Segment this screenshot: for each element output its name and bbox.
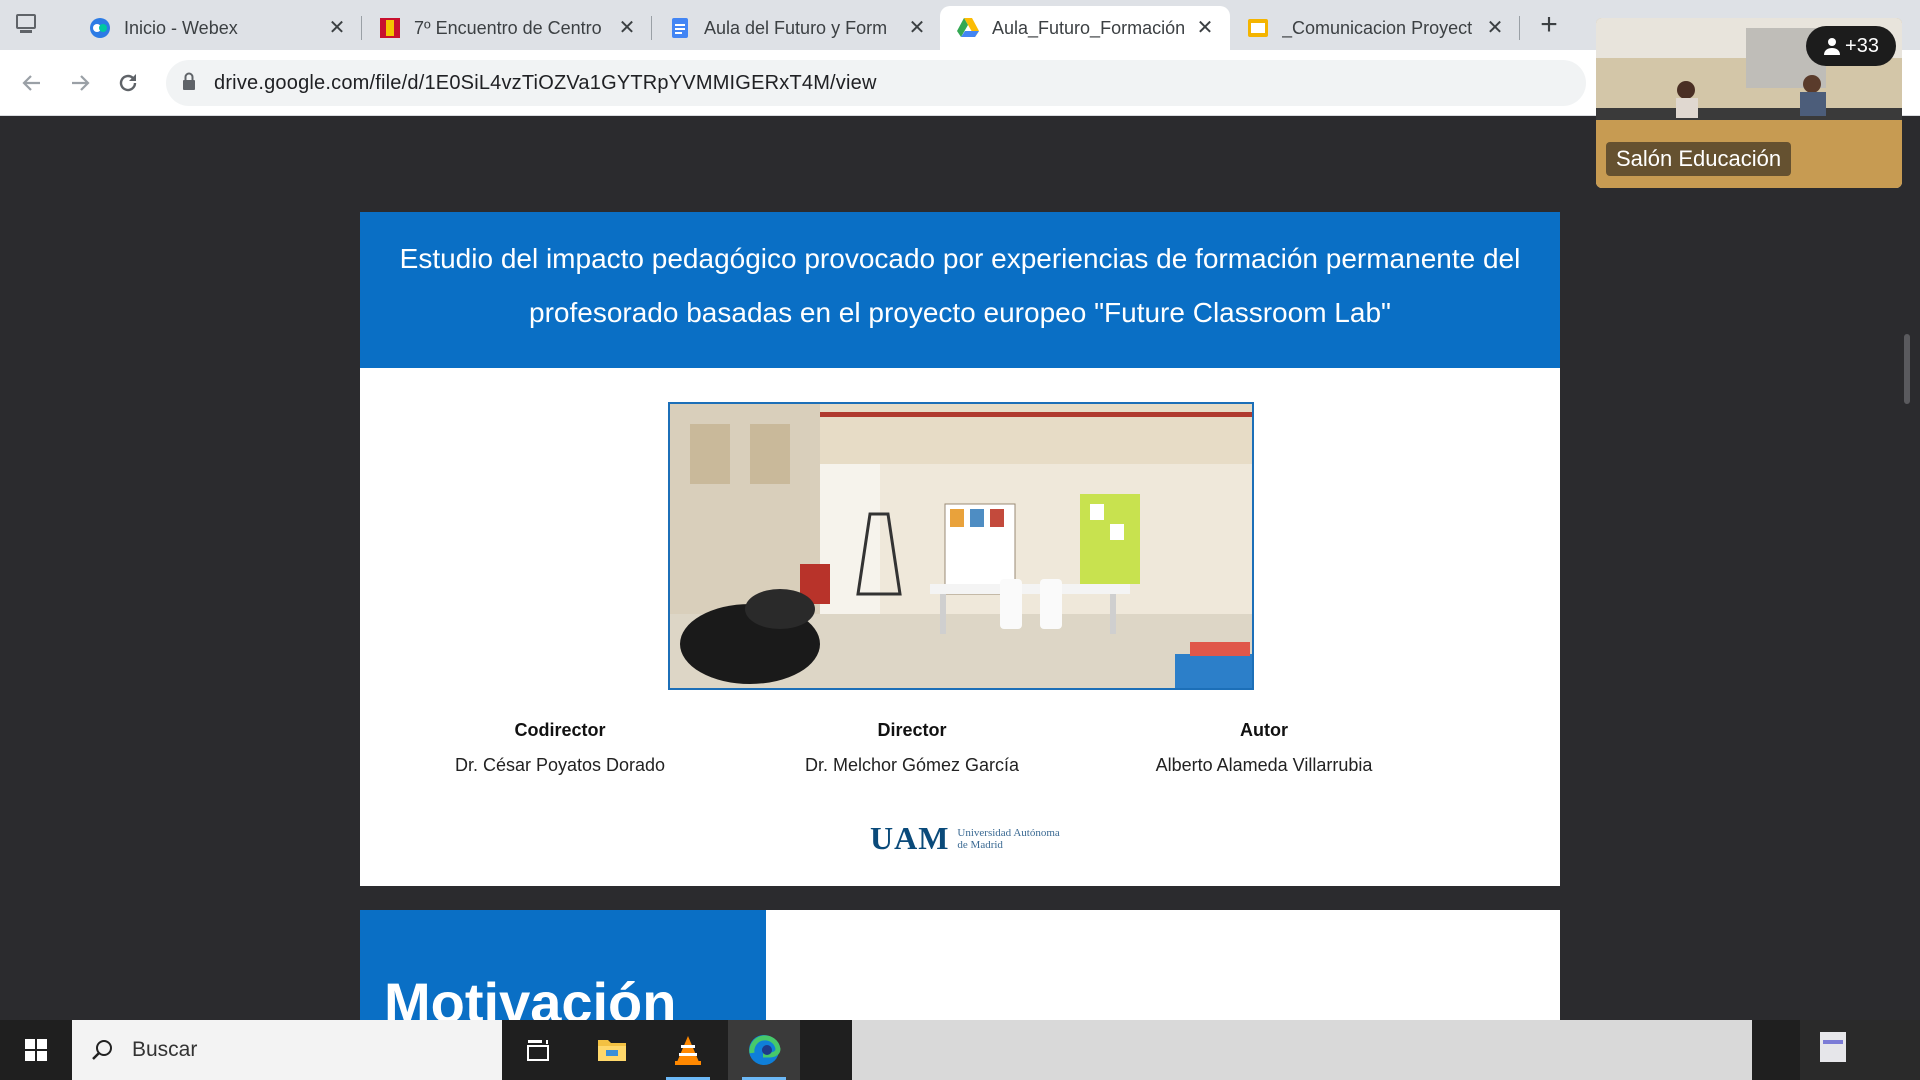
director-block: Director Dr. Melchor Gómez García <box>732 720 1092 776</box>
tab-drive-active[interactable]: Aula_Futuro_Formación ✕ <box>940 6 1230 50</box>
edge-button[interactable] <box>728 1020 800 1080</box>
search-placeholder: Buscar <box>132 1038 198 1061</box>
tab-search-icon[interactable] <box>14 12 42 38</box>
slides-icon <box>1246 16 1270 40</box>
vlc-icon <box>675 1036 701 1065</box>
tab-title: Aula_Futuro_Formación <box>992 17 1186 38</box>
tab-webex[interactable]: Inicio - Webex ✕ <box>72 6 362 50</box>
uam-logo-line2: de Madrid <box>957 838 1003 851</box>
system-tray[interactable] <box>1800 1020 1920 1080</box>
slide-title: Estudio del impacto pedagógico provocado… <box>360 212 1560 368</box>
close-tab-icon[interactable]: ✕ <box>1194 17 1216 39</box>
webex-icon <box>88 16 112 40</box>
search-icon <box>92 1040 112 1060</box>
encuentro-icon <box>378 16 402 40</box>
url-text: drive.google.com/file/d/1E0SiL4vzTiOZVa1… <box>214 71 877 94</box>
uam-logo-text: Universidad Autónoma de Madrid <box>957 827 1059 851</box>
uam-logo-mark: UAM <box>870 820 950 856</box>
uam-logo: UAM Universidad Autónoma de Madrid <box>870 820 1060 857</box>
room-label: Salón Educación <box>1606 142 1792 176</box>
close-tab-icon[interactable]: ✕ <box>906 17 928 39</box>
role-label: Codirector <box>514 720 606 740</box>
tab-title: Aula del Futuro y Form <box>704 17 888 38</box>
start-button[interactable] <box>0 1020 72 1080</box>
back-arrow-icon <box>22 75 40 91</box>
docs-icon <box>668 16 692 40</box>
edge-icon <box>749 1035 781 1065</box>
task-view-button[interactable] <box>502 1020 574 1080</box>
autor-block: Autor Alberto Alameda Villarrubia <box>1084 720 1444 776</box>
tab-docs[interactable]: Aula del Futuro y Form ✕ <box>652 6 942 50</box>
windows-icon <box>25 1039 47 1061</box>
task-view-icon <box>527 1040 549 1061</box>
tray-app-icon <box>1820 1032 1846 1062</box>
motivacion-slide: Motivación <box>360 910 1560 1034</box>
close-tab-icon[interactable]: ✕ <box>1484 17 1506 39</box>
uam-logo-line1: Universidad Autónoma <box>957 826 1060 839</box>
forward-button[interactable] <box>60 63 100 103</box>
title-slide: Estudio del impacto pedagógico provocado… <box>360 212 1560 886</box>
tab-separator <box>1519 16 1520 40</box>
classroom-photo <box>668 402 1254 690</box>
folder-icon <box>598 1040 626 1061</box>
drive-icon <box>956 16 980 40</box>
address-bar[interactable]: drive.google.com/file/d/1E0SiL4vzTiOZVa1… <box>166 60 1586 106</box>
participants-button[interactable]: +33 <box>1806 26 1896 66</box>
person-name: Dr. Melchor Gómez García <box>804 755 1020 775</box>
reload-button[interactable] <box>108 63 148 103</box>
codirector-block: Codirector Dr. César Poyatos Dorado <box>380 720 740 776</box>
person-name: Alberto Alameda Villarrubia <box>1155 755 1373 775</box>
taskbar-blank-area <box>852 1020 1752 1080</box>
taskbar-search[interactable]: Buscar <box>72 1020 502 1080</box>
vlc-button[interactable] <box>652 1020 724 1080</box>
scrollbar-thumb[interactable] <box>1904 334 1910 404</box>
close-tab-icon[interactable]: ✕ <box>616 17 638 39</box>
person-icon <box>1824 38 1841 55</box>
classroom-illustration <box>670 404 1252 688</box>
tab-title: _Comunicacion Proyect <box>1282 17 1473 38</box>
role-label: Director <box>877 720 947 740</box>
windows-taskbar: Buscar <box>0 1020 1920 1080</box>
video-call-overlay[interactable]: +33 Salón Educación <box>1596 18 1902 188</box>
forward-arrow-icon <box>72 75 90 91</box>
back-button[interactable] <box>12 63 52 103</box>
person-name: Dr. César Poyatos Dorado <box>454 755 666 775</box>
lock-icon <box>182 72 196 95</box>
participants-count: +33 <box>1845 34 1879 57</box>
new-tab-button[interactable]: + <box>1532 10 1566 44</box>
role-label: Autor <box>1240 720 1288 740</box>
reload-icon <box>119 74 137 92</box>
tab-title: Inicio - Webex <box>124 17 238 38</box>
tab-title: 7º Encuentro de Centro <box>414 17 602 38</box>
close-tab-icon[interactable]: ✕ <box>326 17 348 39</box>
file-explorer-button[interactable] <box>576 1020 648 1080</box>
tab-slides[interactable]: _Comunicacion Proyect ✕ <box>1230 6 1520 50</box>
tab-encuentro[interactable]: 7º Encuentro de Centro ✕ <box>362 6 652 50</box>
